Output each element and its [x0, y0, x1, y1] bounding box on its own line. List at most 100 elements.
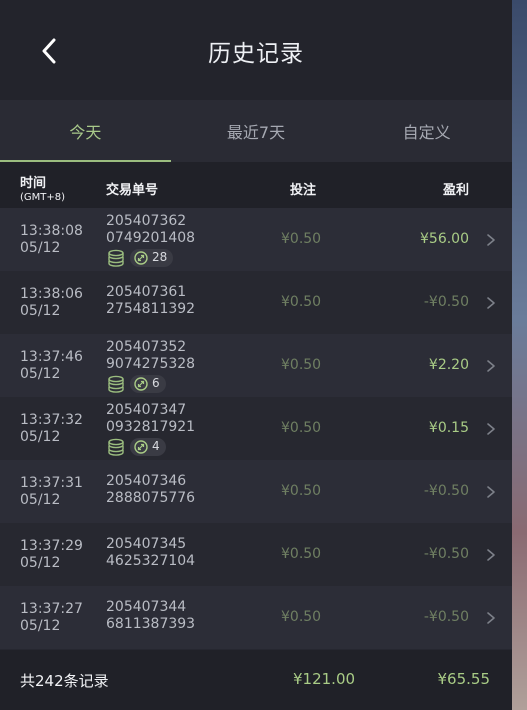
row-time: 13:38:06	[20, 286, 83, 302]
tab-today[interactable]: 今天	[0, 100, 171, 162]
row-profit: -¥0.50	[423, 546, 469, 562]
row-time: 13:37:29	[20, 538, 83, 554]
row-time: 13:37:27	[20, 601, 83, 617]
row-order-block: 205407344 6811387393	[106, 599, 195, 633]
row-order-id-part1: 205407347	[106, 402, 187, 418]
row-date: 05/12	[20, 366, 61, 382]
background-image-strip	[512, 0, 527, 710]
row-time-block: 13:37:46 05/12	[20, 349, 83, 383]
feature-badge: 4	[130, 437, 166, 456]
feature-badge-count: 28	[152, 250, 168, 264]
row-date: 05/12	[20, 240, 61, 256]
row-profit: -¥0.50	[423, 609, 469, 625]
row-profit: -¥0.50	[423, 483, 469, 499]
row-order-block: 205407352 9074275328 6	[106, 339, 195, 393]
coins-icon	[108, 438, 124, 456]
row-order-block: 205407346 2888075776	[106, 473, 195, 507]
row-badges: 4	[106, 437, 195, 456]
row-date: 05/12	[20, 555, 61, 571]
table-row[interactable]: 13:38:06 05/12 205407361 2754811392 ¥0.5…	[0, 271, 512, 334]
tab-bar: 今天 最近7天 自定义	[0, 100, 512, 162]
total-profit: ¥65.55	[437, 670, 491, 688]
row-order-block: 205407347 0932817921 4	[106, 402, 195, 456]
row-order-id-part2: 4625327104	[106, 553, 196, 569]
table-row[interactable]: 13:38:08 05/12 205407362 0749201408 28 ¥…	[0, 208, 512, 271]
row-bet: ¥0.50	[281, 357, 322, 373]
feature-badge: 6	[130, 374, 166, 393]
row-date: 05/12	[20, 303, 61, 319]
row-profit: -¥0.50	[423, 294, 469, 310]
total-records: 共242条记录	[20, 672, 109, 690]
column-profit: 盈利	[442, 183, 469, 198]
row-date: 05/12	[20, 429, 61, 445]
summary-footer: 共242条记录 ¥121.00 ¥65.55	[0, 650, 512, 710]
row-time: 13:38:08	[20, 223, 83, 239]
table-header: 时间 (GMT+8) 交易单号 投注 盈利	[0, 162, 512, 208]
header: 历史记录	[0, 0, 512, 100]
history-list: 13:38:08 05/12 205407362 0749201408 28 ¥…	[0, 208, 512, 649]
history-panel: 历史记录 今天 最近7天 自定义 时间 (GMT+8) 交易单号 投注 盈利 1…	[0, 0, 512, 710]
row-order-id-part2: 9074275328	[106, 356, 196, 372]
page-title: 历史记录	[208, 41, 304, 67]
row-time: 13:37:46	[20, 349, 83, 365]
chevron-right-icon	[487, 486, 495, 498]
chevron-right-icon	[487, 612, 495, 624]
row-bet: ¥0.50	[281, 420, 322, 436]
tab-last-7-days[interactable]: 最近7天	[171, 100, 342, 162]
row-order-id-part2: 0932817921	[106, 419, 196, 435]
feature-badge-count: 6	[152, 376, 160, 390]
table-row[interactable]: 13:37:29 05/12 205407345 4625327104 ¥0.5…	[0, 523, 512, 586]
row-time: 13:37:32	[20, 412, 83, 428]
chevron-right-icon	[487, 549, 495, 561]
row-profit: ¥2.20	[428, 357, 469, 373]
row-order-id-part2: 0749201408	[106, 230, 196, 246]
chevron-right-icon	[487, 297, 495, 309]
row-bet: ¥0.50	[281, 294, 322, 310]
chevron-right-icon	[487, 360, 495, 372]
table-row[interactable]: 13:37:31 05/12 205407346 2888075776 ¥0.5…	[0, 460, 512, 523]
row-time-block: 13:37:27 05/12	[20, 601, 83, 635]
row-profit: ¥0.15	[428, 420, 469, 436]
table-row[interactable]: 13:37:32 05/12 205407347 0932817921 4 ¥0…	[0, 397, 512, 460]
row-order-id-part1: 205407362	[106, 213, 187, 229]
row-bet: ¥0.50	[281, 546, 322, 562]
row-order-id-part2: 2888075776	[106, 490, 196, 506]
column-time-timezone: (GMT+8)	[20, 192, 66, 203]
row-time-block: 13:37:29 05/12	[20, 538, 83, 572]
row-time-block: 13:37:32 05/12	[20, 412, 83, 446]
column-time: 时间 (GMT+8)	[20, 172, 65, 203]
feature-badge-icon	[134, 439, 148, 454]
feature-badge: 28	[130, 248, 174, 267]
row-time-block: 13:38:08 05/12	[20, 223, 83, 257]
row-profit: ¥56.00	[420, 231, 469, 247]
table-row[interactable]: 13:37:27 05/12 205407344 6811387393 ¥0.5…	[0, 586, 512, 649]
row-order-block: 205407361 2754811392	[106, 284, 195, 318]
row-order-id-part1: 205407344	[106, 599, 187, 615]
row-order-block: 205407362 0749201408 28	[106, 213, 195, 267]
row-date: 05/12	[20, 618, 61, 634]
row-order-block: 205407345 4625327104	[106, 536, 195, 570]
row-order-id-part1: 205407352	[106, 339, 187, 355]
row-time-block: 13:38:06 05/12	[20, 286, 83, 320]
row-time-block: 13:37:31 05/12	[20, 475, 83, 509]
feature-badge-icon	[134, 376, 148, 391]
row-order-id-part1: 205407346	[106, 473, 187, 489]
row-order-id-part2: 2754811392	[106, 301, 196, 317]
coins-icon	[108, 375, 124, 393]
feature-badge-icon	[134, 250, 148, 265]
column-bet: 投注	[290, 183, 317, 198]
row-order-id-part1: 205407345	[106, 536, 187, 552]
row-date: 05/12	[20, 492, 61, 508]
total-bet: ¥121.00	[293, 670, 356, 688]
row-badges: 28	[106, 248, 195, 267]
row-order-id-part2: 6811387393	[106, 616, 196, 632]
row-bet: ¥0.50	[281, 231, 322, 247]
row-time: 13:37:31	[20, 475, 83, 491]
row-bet: ¥0.50	[281, 609, 322, 625]
coins-icon	[108, 249, 124, 267]
row-bet: ¥0.50	[281, 483, 322, 499]
table-row[interactable]: 13:37:46 05/12 205407352 9074275328 6 ¥0…	[0, 334, 512, 397]
tab-custom[interactable]: 自定义	[341, 100, 512, 162]
chevron-right-icon	[487, 234, 495, 246]
column-time-label: 时间	[20, 176, 47, 191]
